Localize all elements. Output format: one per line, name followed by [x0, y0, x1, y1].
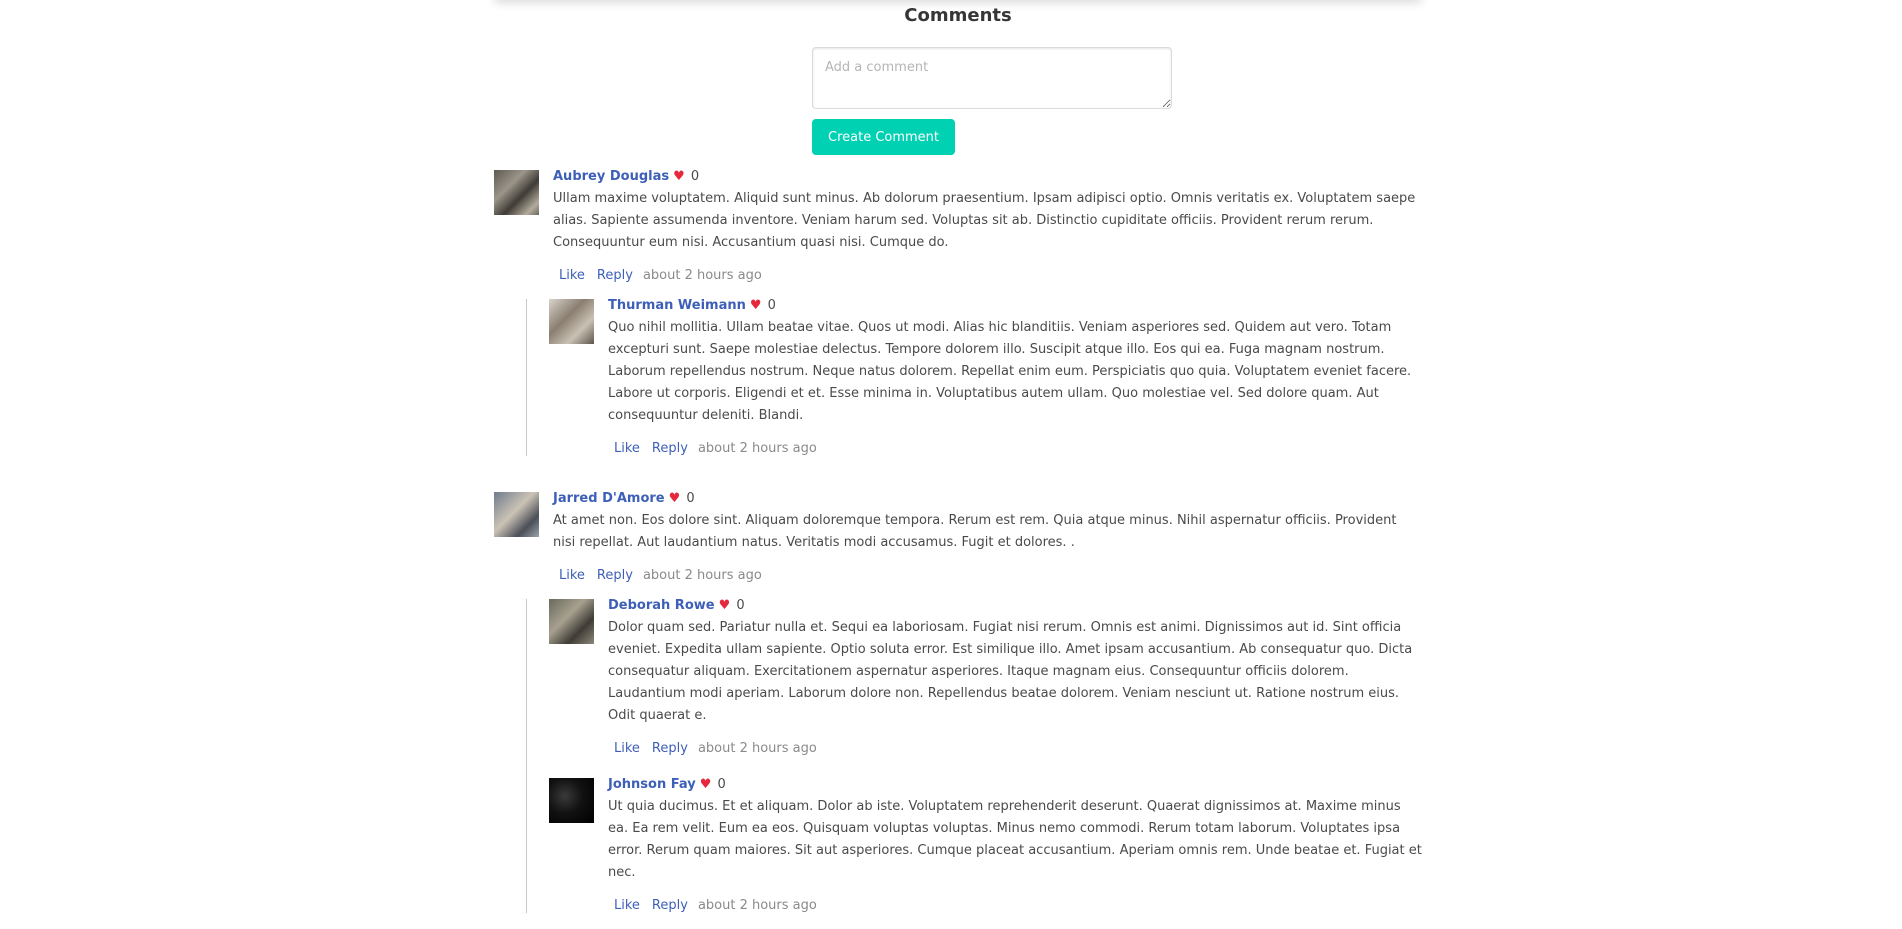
- like-count: 0: [736, 598, 745, 613]
- heart-icon: ♥: [668, 491, 681, 506]
- comment-header: Jarred D'Amore ♥ 0: [553, 490, 1422, 508]
- like-button[interactable]: Like: [608, 441, 646, 456]
- comment-header: Johnson Fay ♥ 0: [608, 776, 1422, 794]
- comment-timestamp: about 2 hours ago: [697, 741, 817, 756]
- avatar: [494, 492, 539, 537]
- comment-actions: Like Reply about 2 hours ago: [553, 268, 1422, 283]
- like-button[interactable]: Like: [553, 568, 591, 583]
- comment-body: Thurman Weimann ♥ 0 Quo nihil mollitia. U…: [608, 297, 1422, 456]
- comment-actions: Like Reply about 2 hours ago: [608, 898, 1422, 913]
- comment-text: Ullam maxime voluptatem. Aliquid sunt mi…: [553, 191, 1416, 250]
- comment-text: Dolor quam sed. Pariatur nulla et. Sequi…: [608, 620, 1413, 723]
- comment-timestamp: about 2 hours ago: [642, 568, 762, 583]
- comment-text: Quo nihil mollitia. Ullam beatae vitae. …: [608, 320, 1412, 423]
- reply-list: Thurman Weimann ♥ 0 Quo nihil mollitia. U…: [526, 297, 1422, 456]
- heart-icon: ♥: [673, 169, 685, 184]
- heart-icon: ♥: [749, 298, 762, 313]
- comment-header: Aubrey Douglas ♥ 0: [553, 168, 1422, 186]
- avatar: [549, 778, 594, 823]
- comments-title: Comments: [904, 5, 1012, 26]
- create-comment-button[interactable]: Create Comment: [812, 119, 956, 155]
- comment: Aubrey Douglas ♥ 0 Ullam maxime voluptate…: [494, 168, 1422, 283]
- avatar: [549, 599, 594, 644]
- like-count: 0: [686, 491, 695, 506]
- comment-body: Jarred D'Amore ♥ 0 At amet non. Eos dolor…: [553, 490, 1422, 583]
- like-button[interactable]: Like: [553, 268, 591, 283]
- reply-comment: Deborah Rowe ♥ 0 Dolor quam sed. Pariatur…: [549, 597, 1422, 756]
- like-button[interactable]: Like: [608, 741, 646, 756]
- heart-icon: ♥: [699, 777, 712, 792]
- comment: Jarred D'Amore ♥ 0 At amet non. Eos dolor…: [494, 490, 1422, 583]
- comment-timestamp: about 2 hours ago: [642, 268, 762, 283]
- comment-text: Ut quia ducimus. Et et aliquam. Dolor ab…: [608, 799, 1422, 880]
- comment-header: Deborah Rowe ♥ 0: [608, 597, 1422, 615]
- like-count: 0: [690, 169, 700, 184]
- comment-author[interactable]: Johnson Fay: [608, 777, 696, 792]
- like-count: 0: [717, 777, 726, 792]
- reply-button[interactable]: Reply: [591, 268, 639, 283]
- comment-timestamp: about 2 hours ago: [697, 441, 817, 456]
- comment-thread: Aubrey Douglas ♥ 0 Ullam maxime voluptate…: [494, 168, 1422, 456]
- comment-body: Aubrey Douglas ♥ 0 Ullam maxime voluptate…: [553, 168, 1422, 283]
- like-count: 0: [767, 298, 776, 313]
- reply-button[interactable]: Reply: [646, 441, 694, 456]
- avatar: [494, 170, 539, 215]
- comment-timestamp: about 2 hours ago: [697, 898, 817, 913]
- reply-button[interactable]: Reply: [646, 741, 694, 756]
- new-comment-form: Create Comment: [812, 47, 1172, 155]
- avatar: [549, 299, 594, 344]
- comment-input[interactable]: [812, 47, 1172, 109]
- reply-button[interactable]: Reply: [591, 568, 639, 583]
- comment-author[interactable]: Jarred D'Amore: [553, 491, 665, 506]
- comment-actions: Like Reply about 2 hours ago: [553, 568, 1422, 583]
- comment-text: At amet non. Eos dolore sint. Aliquam do…: [553, 513, 1397, 550]
- reply-comment: Johnson Fay ♥ 0 Ut quia ducimus. Et et al…: [549, 776, 1422, 913]
- comment-author[interactable]: Deborah Rowe: [608, 598, 715, 613]
- comment-actions: Like Reply about 2 hours ago: [608, 441, 1422, 456]
- reply-list: Deborah Rowe ♥ 0 Dolor quam sed. Pariatur…: [526, 597, 1422, 913]
- like-button[interactable]: Like: [608, 898, 646, 913]
- comment-author[interactable]: Thurman Weimann: [608, 298, 746, 313]
- comment-list: Aubrey Douglas ♥ 0 Ullam maxime voluptate…: [494, 168, 1422, 929]
- comment-thread: Jarred D'Amore ♥ 0 At amet non. Eos dolor…: [494, 490, 1422, 913]
- comment-body: Deborah Rowe ♥ 0 Dolor quam sed. Pariatur…: [608, 597, 1422, 756]
- reply-button[interactable]: Reply: [646, 898, 694, 913]
- comment-actions: Like Reply about 2 hours ago: [608, 741, 1422, 756]
- heart-icon: ♥: [718, 598, 731, 613]
- comment-author[interactable]: Aubrey Douglas: [553, 169, 669, 184]
- comment-body: Johnson Fay ♥ 0 Ut quia ducimus. Et et al…: [608, 776, 1422, 913]
- comment-header: Thurman Weimann ♥ 0: [608, 297, 1422, 315]
- reply-comment: Thurman Weimann ♥ 0 Quo nihil mollitia. U…: [549, 297, 1422, 456]
